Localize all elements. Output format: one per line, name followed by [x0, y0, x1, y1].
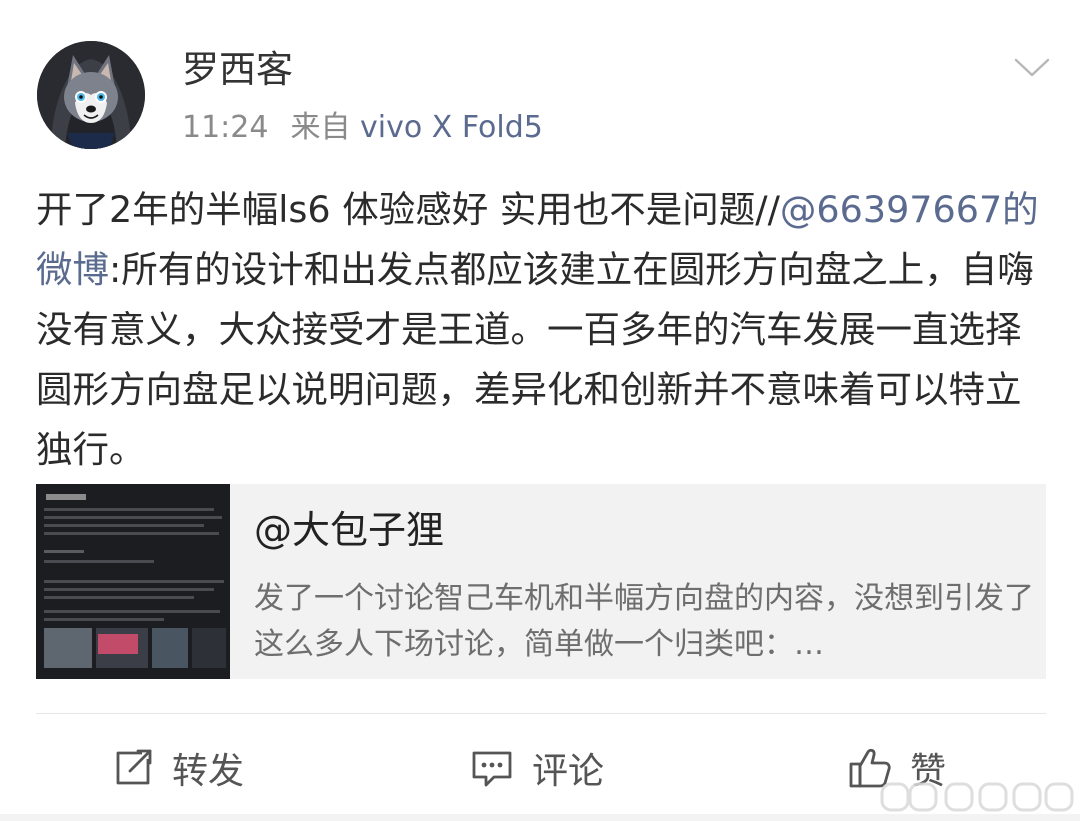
card-title[interactable]: @大包子狸	[254, 506, 444, 554]
screenshot-thumbnail-image	[36, 484, 230, 679]
post-text-quoted: :所有的设计和出发点都应该建立在圆形方向盘之上，自嗨没有意义，大众接受才是王道。…	[36, 248, 1034, 471]
repost-label: 转发	[172, 751, 245, 792]
bottom-strip	[0, 814, 1080, 821]
post-text-main: 开了2年的半幅ls6 体验感好 实用也不是问题//	[36, 188, 780, 231]
post-text: 开了2年的半幅ls6 体验感好 实用也不是问题//@66397667的微博:所有…	[36, 180, 1044, 480]
source-prefix: 来自	[290, 110, 351, 145]
divider	[36, 713, 1046, 714]
source-device[interactable]: vivo X Fold5	[360, 110, 543, 145]
post-time: 11:24	[182, 110, 269, 145]
comment-button[interactable]: 评论	[470, 740, 604, 796]
post-meta: 11:24 来自 vivo X Fold5	[182, 108, 543, 148]
card-description: 发了一个讨论智己车机和半幅方向盘的内容，没想到引发了这么多人下场讨论，简单做一个…	[254, 581, 1034, 662]
comment-bubble-icon	[470, 747, 514, 789]
chevron-down-icon[interactable]	[1012, 52, 1052, 82]
repost-button[interactable]: 转发	[112, 740, 244, 796]
watermark-graphic	[880, 780, 1075, 814]
share-out-icon	[112, 747, 154, 789]
comment-label: 评论	[532, 751, 605, 792]
username[interactable]: 罗西客	[182, 48, 293, 92]
husky-hoodie-avatar-image	[37, 41, 145, 149]
link-card[interactable]: @大包子狸 发了一个讨论智己车机和半幅方向盘的内容，没想到引发了这么多人下场讨论…	[36, 484, 1046, 679]
avatar[interactable]	[37, 41, 145, 149]
card-thumbnail	[36, 484, 230, 679]
